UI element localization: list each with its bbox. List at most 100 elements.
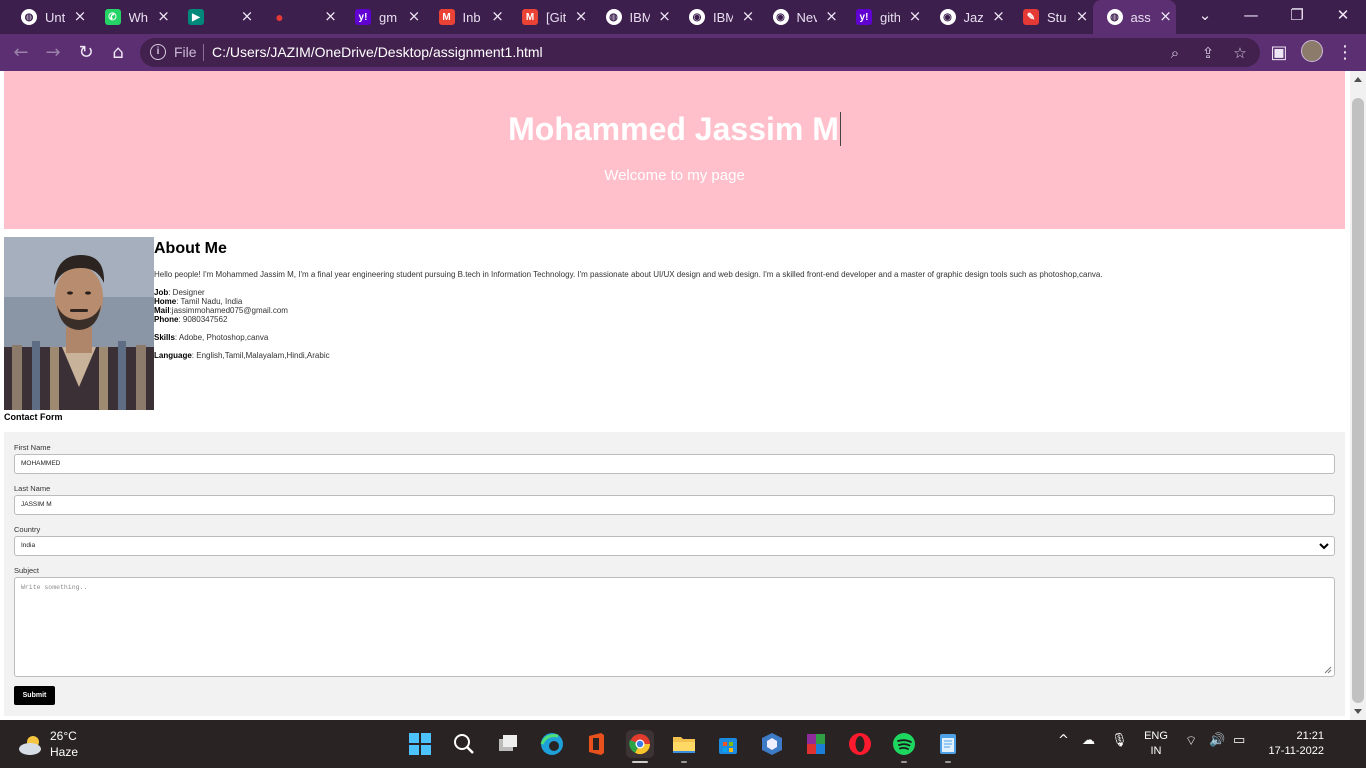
- notepad-icon[interactable]: [934, 730, 962, 758]
- tab-close-icon[interactable]: ×: [908, 9, 922, 24]
- tab-close-icon[interactable]: ×: [1159, 9, 1173, 24]
- browser-tab[interactable]: ◉ Jazi ×: [926, 0, 1009, 34]
- share-icon[interactable]: ⇪: [1198, 43, 1218, 63]
- tab-close-icon[interactable]: ×: [240, 9, 254, 24]
- onedrive-icon[interactable]: ☁: [1082, 733, 1095, 748]
- tab-close-icon[interactable]: ×: [324, 9, 338, 24]
- virtualbox-icon[interactable]: [758, 730, 786, 758]
- home-icon[interactable]: ⌂: [105, 40, 131, 66]
- notification-bell-icon[interactable]: [1340, 734, 1356, 754]
- tab-search-icon[interactable]: ⌄: [1182, 0, 1228, 34]
- address-bar[interactable]: i File C:/Users/JAZIM/OneDrive/Desktop/a…: [140, 38, 1260, 67]
- about-job: Job: Designer: [154, 288, 205, 297]
- restore-button[interactable]: ❐: [1274, 0, 1320, 34]
- chrome-icon[interactable]: [626, 730, 654, 758]
- volume-icon[interactable]: 🔊: [1209, 733, 1225, 748]
- store-icon[interactable]: [714, 730, 742, 758]
- address-divider: [203, 44, 204, 61]
- yahoo-icon: y!: [856, 9, 872, 25]
- last-name-label: Last Name: [14, 484, 51, 493]
- github-icon: ◉: [939, 9, 956, 25]
- tab-title: gm: [379, 9, 398, 25]
- side-panel-icon[interactable]: ▣: [1266, 40, 1292, 66]
- browser-tab[interactable]: ◍ IBM ×: [592, 0, 675, 34]
- subject-textarea[interactable]: Write something..: [14, 577, 1335, 677]
- browser-tab[interactable]: ◉ Nev ×: [759, 0, 842, 34]
- browser-tab[interactable]: ◍ Unt ×: [7, 0, 90, 34]
- winrar-icon[interactable]: [802, 730, 830, 758]
- language-indicator[interactable]: ENG IN: [1142, 729, 1170, 759]
- tab-close-icon[interactable]: ×: [491, 9, 505, 24]
- reload-icon[interactable]: ↻: [73, 40, 99, 66]
- tab-title: [Git: [546, 9, 566, 25]
- opera-icon[interactable]: [846, 730, 874, 758]
- chevron-up-icon[interactable]: ^: [1058, 733, 1069, 748]
- zoom-icon[interactable]: ⌕: [1165, 43, 1185, 63]
- edge-icon[interactable]: [538, 730, 566, 758]
- last-name-input[interactable]: JASSIM M: [14, 495, 1335, 515]
- subject-label: Subject: [14, 566, 40, 575]
- tab-title: IBM: [629, 9, 650, 25]
- tab-close-icon[interactable]: ×: [825, 9, 839, 24]
- scroll-up-icon[interactable]: [1354, 77, 1362, 82]
- weather-icon: [19, 736, 41, 755]
- page-scrollbar[interactable]: [1350, 71, 1366, 720]
- battery-icon[interactable]: ▭: [1233, 733, 1245, 748]
- browser-tab[interactable]: M Inb ×: [425, 0, 508, 34]
- record-icon: ●: [275, 9, 284, 25]
- first-name-input[interactable]: MOHAMMED: [14, 454, 1335, 474]
- whatsapp-icon: ✆: [104, 9, 121, 25]
- about-skills: Skills: Adobe, Photoshop,canva: [154, 333, 269, 342]
- first-name-label: First Name: [14, 443, 51, 452]
- browser-tab[interactable]: y! gm ×: [341, 0, 424, 34]
- clock[interactable]: 21:21 17-11-2022: [1262, 729, 1324, 759]
- search-icon[interactable]: [450, 730, 478, 758]
- close-window-button[interactable]: ✕: [1320, 0, 1366, 34]
- file-explorer-icon[interactable]: [670, 730, 698, 758]
- country-select[interactable]: India: [14, 536, 1335, 556]
- minimize-button[interactable]: —: [1228, 0, 1274, 34]
- tab-close-icon[interactable]: ×: [1075, 9, 1089, 24]
- scrollbar-thumb[interactable]: [1352, 98, 1364, 703]
- forward-icon[interactable]: →: [40, 40, 66, 66]
- browser-tab[interactable]: ✎ Stu ×: [1009, 0, 1092, 34]
- browser-tab[interactable]: M [Git ×: [508, 0, 591, 34]
- tab-close-icon[interactable]: ×: [574, 9, 588, 24]
- start-icon[interactable]: [406, 730, 434, 758]
- weather-condition: Haze: [50, 745, 79, 759]
- tab-close-icon[interactable]: ×: [658, 9, 672, 24]
- resize-handle-icon[interactable]: [1324, 666, 1332, 674]
- url-text[interactable]: C:/Users/JAZIM/OneDrive/Desktop/assignme…: [212, 44, 543, 60]
- tab-close-icon[interactable]: ×: [741, 9, 755, 24]
- browser-tab[interactable]: y! gith ×: [842, 0, 925, 34]
- meet-icon: ▶: [188, 9, 204, 25]
- office-icon[interactable]: [582, 730, 610, 758]
- tab-title: Inb: [462, 9, 481, 25]
- about-language: Language: English,Tamil,Malayalam,Hindi,…: [154, 351, 330, 360]
- browser-tab[interactable]: ● ×: [258, 0, 341, 34]
- tab-close-icon[interactable]: ×: [157, 9, 171, 24]
- browser-tab[interactable]: ▶ ×: [174, 0, 257, 34]
- spotify-icon[interactable]: [890, 730, 918, 758]
- task-view-icon[interactable]: [494, 730, 522, 758]
- wifi-icon[interactable]: ⌔: [1185, 733, 1197, 749]
- weather-widget[interactable]: 26°C Haze: [18, 729, 128, 761]
- tab-close-icon[interactable]: ×: [73, 9, 87, 24]
- browser-tab[interactable]: ◉ IBM ×: [675, 0, 758, 34]
- submit-button[interactable]: Submit: [14, 686, 55, 705]
- lang-line1: ENG: [1144, 730, 1168, 742]
- bookmark-star-icon[interactable]: ☆: [1230, 43, 1250, 63]
- tab-close-icon[interactable]: ×: [407, 9, 421, 24]
- scroll-down-icon[interactable]: [1354, 709, 1362, 714]
- profile-avatar[interactable]: [1301, 40, 1323, 62]
- menu-icon[interactable]: ⋮: [1336, 40, 1354, 66]
- about-phone: Phone: 9080347562: [154, 315, 228, 324]
- site-info-icon[interactable]: i: [150, 44, 166, 60]
- tab-title: IBM: [713, 9, 733, 25]
- browser-tab[interactable]: ✆ Wh ×: [91, 0, 174, 34]
- back-icon[interactable]: ←: [8, 40, 34, 66]
- tab-close-icon[interactable]: ×: [992, 9, 1006, 24]
- microphone-icon[interactable]: 🎙: [1111, 733, 1128, 748]
- browser-tab[interactable]: ◍ assi ×: [1092, 0, 1176, 34]
- explorer-indicator: [681, 761, 687, 763]
